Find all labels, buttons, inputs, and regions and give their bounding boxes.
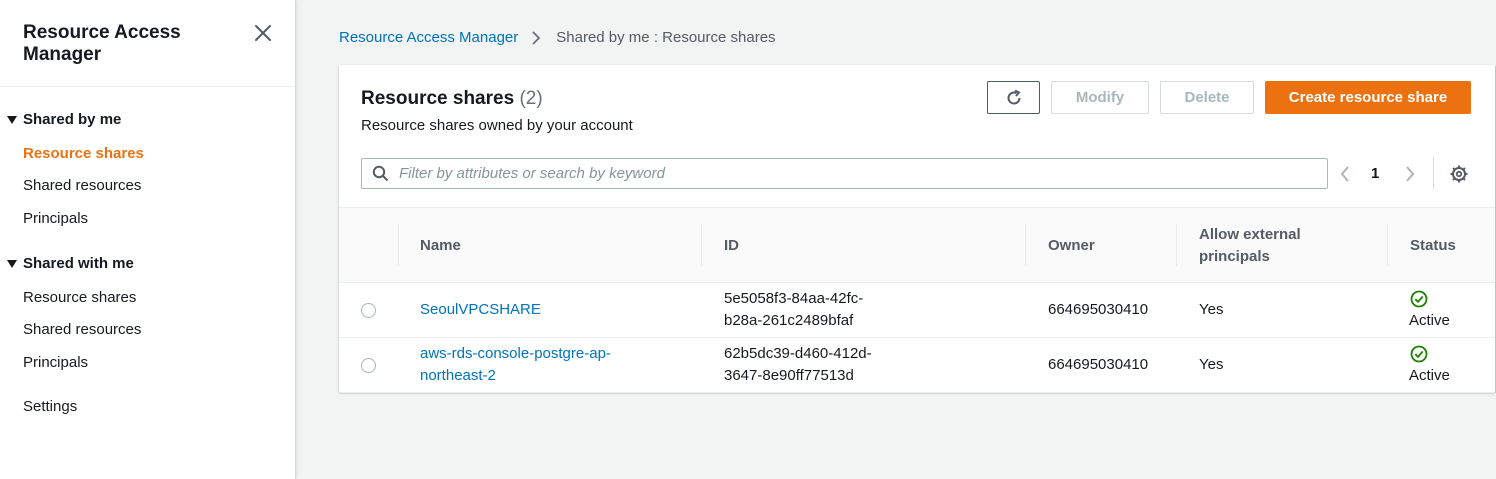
id-line: 3647-8e90ff77513d <box>724 367 854 384</box>
sidebar-item-settings[interactable]: Settings <box>23 398 77 415</box>
column-header-id[interactable]: ID <box>724 235 739 257</box>
resource-share-name-link[interactable]: SeoulVPCSHARE <box>420 299 541 321</box>
owner-cell: 664695030410 <box>1048 356 1149 373</box>
close-icon[interactable] <box>252 22 274 44</box>
id-line: 5e5058f3-84aa-42fc- <box>724 290 864 307</box>
chevron-right-icon[interactable] <box>1403 164 1417 184</box>
sidebar-section-label: Shared by me <box>23 111 122 128</box>
chevron-right-icon <box>532 30 541 45</box>
status-text: Active <box>1409 312 1450 329</box>
allow-external-cell: Yes <box>1199 356 1224 373</box>
panel-description: Resource shares owned by your account <box>361 117 633 134</box>
resource-share-id: 5e5058f3-84aa-42fc- b28a-261c2489bfaf <box>724 288 863 332</box>
status-text: Active <box>1409 367 1450 384</box>
delete-button[interactable]: Delete <box>1160 81 1254 114</box>
search-field[interactable] <box>361 158 1328 189</box>
refresh-icon <box>1007 89 1021 104</box>
column-separator <box>1176 224 1177 266</box>
table-row[interactable]: SeoulVPCSHARE 5e5058f3-84aa-42fc- b28a-2… <box>339 283 1495 338</box>
table-header: Name ID Owner Allow external principals … <box>339 207 1495 283</box>
search-icon <box>372 165 389 182</box>
check-circle-icon <box>1410 290 1428 308</box>
sidebar-title[interactable]: Resource Access Manager <box>23 22 223 66</box>
resource-shares-panel: Resource shares (2) Resource shares owne… <box>339 65 1495 393</box>
sidebar-section-shared-by-me[interactable]: Shared by me <box>6 111 121 128</box>
column-header-name[interactable]: Name <box>420 235 461 257</box>
id-line: b28a-261c2489bfaf <box>724 312 854 329</box>
name-line: aws-rds-console-postgre-ap- <box>420 345 611 362</box>
panel-title-text: Resource shares <box>361 88 515 109</box>
column-header-owner[interactable]: Owner <box>1048 235 1095 257</box>
allow-external-cell: Yes <box>1199 301 1224 318</box>
table-row[interactable]: aws-rds-console-postgre-ap- northeast-2 … <box>339 338 1495 393</box>
sidebar-item-principals-with-me[interactable]: Principals <box>23 354 88 371</box>
column-separator <box>1387 224 1388 266</box>
column-separator <box>701 224 702 266</box>
caret-down-icon <box>7 115 17 124</box>
row-select-radio[interactable] <box>361 358 376 373</box>
page-number[interactable]: 1 <box>1371 165 1379 182</box>
chevron-left-icon[interactable] <box>1338 164 1352 184</box>
create-resource-share-button[interactable]: Create resource share <box>1265 81 1471 114</box>
refresh-button[interactable] <box>987 81 1040 114</box>
breadcrumb: Resource Access Manager Shared by me : R… <box>339 29 776 46</box>
sidebar-section-shared-with-me[interactable]: Shared with me <box>6 255 134 272</box>
column-header-allow-external[interactable]: Allow external principals <box>1199 224 1329 268</box>
resource-share-id: 62b5dc39-d460-412d- 3647-8e90ff77513d <box>724 343 872 387</box>
sidebar-item-principals-by-me[interactable]: Principals <box>23 210 88 227</box>
sidebar-header: Resource Access Manager <box>0 0 295 87</box>
side-navigation: Resource Access Manager Shared by me Res… <box>0 0 296 479</box>
resource-share-name-link[interactable]: aws-rds-console-postgre-ap- northeast-2 <box>420 343 611 387</box>
sidebar-item-resource-shares-with-me[interactable]: Resource shares <box>23 289 136 306</box>
sidebar-item-shared-resources-by-me[interactable]: Shared resources <box>23 177 141 194</box>
panel-count: (2) <box>519 88 543 109</box>
modify-button[interactable]: Modify <box>1051 81 1149 114</box>
column-header-status[interactable]: Status <box>1410 235 1456 257</box>
panel-title: Resource shares (2) <box>361 88 543 110</box>
sidebar-item-shared-resources-with-me[interactable]: Shared resources <box>23 321 141 338</box>
sidebar-section-label: Shared with me <box>23 255 134 272</box>
breadcrumb-root-link[interactable]: Resource Access Manager <box>339 29 518 46</box>
column-separator <box>398 224 399 266</box>
caret-down-icon <box>7 259 17 268</box>
id-line: 62b5dc39-d460-412d- <box>724 345 872 362</box>
owner-cell: 664695030410 <box>1048 301 1149 318</box>
divider <box>1433 157 1434 189</box>
breadcrumb-current: Shared by me : Resource shares <box>556 29 776 46</box>
search-input[interactable] <box>399 165 1299 182</box>
column-separator <box>1025 224 1026 266</box>
row-select-radio[interactable] <box>361 303 376 318</box>
check-circle-icon <box>1410 345 1428 363</box>
gear-icon[interactable] <box>1449 164 1469 184</box>
name-line: northeast-2 <box>420 367 496 384</box>
sidebar-item-resource-shares-by-me[interactable]: Resource shares <box>23 145 144 162</box>
